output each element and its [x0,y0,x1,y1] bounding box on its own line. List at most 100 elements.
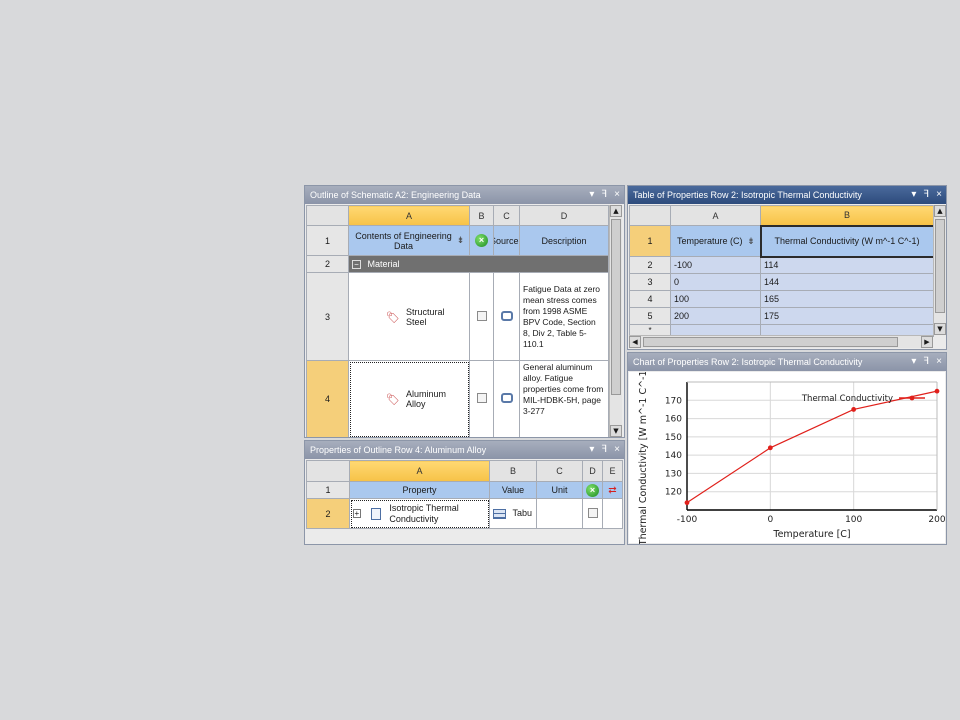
row-header-2[interactable]: 2 [306,498,350,529]
scroll-up-arrow[interactable]: ▲ [610,205,622,217]
column-header-c[interactable]: C [493,205,520,226]
parameter-icon: ⇄ [608,484,617,496]
row-header-1[interactable]: 1 [629,225,671,257]
scroll-thumb[interactable] [935,219,945,313]
row-header-5[interactable]: 5 [629,307,671,325]
temperature-header[interactable]: Temperature (C) ⇟ [670,225,761,257]
x-tick-label: -100 [677,515,698,525]
suppress-checkbox[interactable] [476,393,487,403]
dropdown-icon[interactable]: ▾ [589,441,594,459]
column-header-a[interactable]: A [349,460,490,482]
unit-header[interactable]: Unit [536,481,583,499]
material-section-row[interactable]: − Material [348,255,609,273]
column-header-d[interactable]: D [582,460,603,482]
dropdown-icon[interactable]: ▾ [911,353,916,371]
column-header-a[interactable]: A [670,205,761,226]
column-header-b[interactable]: B [489,460,537,482]
column-header-e[interactable]: E [602,460,623,482]
pin-icon[interactable]: ꟻ [923,353,929,371]
aluminum-alloy-suppress[interactable] [469,360,494,437]
row-header-3[interactable]: 3 [629,273,671,291]
corner-cell[interactable] [629,205,671,226]
validity-header: × [469,225,494,256]
properties-pane: Properties of Outline Row 4: Aluminum Al… [304,440,625,545]
temperature-cell[interactable]: 0 [670,273,761,291]
description-header[interactable]: Description [519,225,609,256]
expand-icon[interactable]: + [353,509,361,518]
structural-steel-description[interactable]: Fatigue Data at zero mean stress comes f… [519,272,609,361]
unit-cell[interactable] [536,498,583,529]
row-header-1[interactable]: 1 [306,481,350,499]
chart-titlebar: Chart of Properties Row 2: Isotropic The… [628,353,946,371]
scroll-down-arrow[interactable]: ▼ [934,323,946,335]
sort-icon[interactable]: ⇟ [746,236,757,247]
source-link-icon[interactable] [500,393,513,403]
sort-icon[interactable]: ⇟ [455,235,466,246]
aluminum-alloy-description[interactable]: General aluminum alloy. Fatigue properti… [519,360,609,437]
close-icon[interactable]: × [614,441,620,459]
property-cell[interactable]: + Isotropic Thermal Conductivity [349,498,490,529]
close-icon[interactable]: × [936,353,942,371]
dropdown-icon[interactable]: ▾ [589,186,594,204]
scroll-down-arrow[interactable]: ▼ [610,425,622,437]
conductivity-cell[interactable]: 175 [760,307,934,325]
scroll-thumb[interactable] [611,219,621,395]
row-header-1[interactable]: 1 [306,225,349,256]
pin-icon[interactable]: ꟻ [923,186,929,204]
row-header-4[interactable]: 4 [629,290,671,308]
scroll-thumb[interactable] [643,337,898,347]
chart-area[interactable]: 120 130 140 150 160 170 -100 0 100 200 Temperature… [629,367,946,544]
aluminum-alloy-cell[interactable]: 🏷 Aluminum Alloy [348,360,470,437]
aluminum-alloy-source[interactable] [493,360,520,437]
corner-cell[interactable] [306,460,350,482]
temperature-cell[interactable]: 100 [670,290,761,308]
suppress-checkbox[interactable] [476,310,487,321]
row-header-4[interactable]: 4 [306,360,349,437]
conductivity-header[interactable]: Thermal Conductivity (W m^-1 C^-1) [759,224,935,258]
material-tag-icon: 🏷 [386,394,400,406]
structural-steel-suppress[interactable] [469,272,494,361]
temperature-cell[interactable]: 200 [670,307,761,325]
scroll-right-arrow[interactable]: ▶ [921,336,933,348]
table-vertical-scrollbar[interactable]: ▲ ▼ [933,205,946,335]
conductivity-cell[interactable]: 165 [760,290,934,308]
dropdown-icon[interactable]: ▾ [911,186,916,204]
parameter-checkbox[interactable] [587,507,598,518]
value-header[interactable]: Value [489,481,537,499]
row-header-2[interactable]: 2 [629,256,671,274]
close-icon[interactable]: × [614,186,620,204]
pin-icon[interactable]: ꟻ [601,441,607,459]
property-header[interactable]: Property [349,481,490,499]
column-header-b[interactable]: B [469,205,494,226]
table-horizontal-scrollbar[interactable]: ◀ ▶ [629,335,933,348]
close-icon[interactable]: × [936,186,942,204]
row-header-3[interactable]: 3 [306,272,349,361]
structural-steel-source[interactable] [493,272,520,361]
source-header[interactable]: Source [493,225,520,256]
series-line [686,390,938,504]
scroll-up-arrow[interactable]: ▲ [934,205,946,217]
contents-header[interactable]: Contents of Engineering Data ⇟ [348,225,470,256]
parameter-checkbox-cell[interactable] [582,498,603,529]
value-cell[interactable]: Tabu [489,498,537,529]
column-header-b[interactable]: B [760,205,934,226]
column-header-c[interactable]: C [536,460,583,482]
outline-vertical-scrollbar[interactable]: ▲ ▼ [609,205,622,437]
corner-cell[interactable] [306,205,349,226]
structural-steel-cell[interactable]: 🏷 Structural Steel [348,272,470,361]
validity-header: × [582,481,603,499]
parameter-header: ⇄ [602,481,623,499]
temperature-cell[interactable]: -100 [670,256,761,274]
column-header-a[interactable]: A [348,205,470,226]
source-link-icon[interactable] [500,310,513,321]
y-tick-label: 120 [665,488,682,498]
legend-marker [909,395,915,401]
x-tick-label: 200 [928,515,945,525]
pin-icon[interactable]: ꟻ [601,186,607,204]
column-header-d[interactable]: D [519,205,609,226]
scroll-left-arrow[interactable]: ◀ [629,336,641,348]
row-header-2[interactable]: 2 [306,255,349,273]
conductivity-cell[interactable]: 144 [760,273,934,291]
collapse-icon[interactable]: − [352,260,361,269]
conductivity-cell[interactable]: 114 [760,256,934,274]
